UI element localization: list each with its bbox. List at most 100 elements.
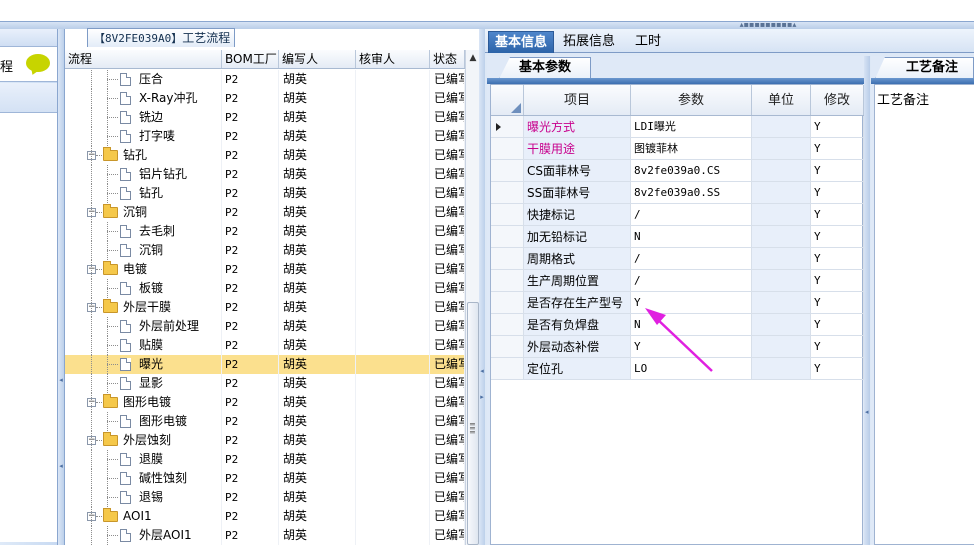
param-row[interactable]: 干膜用途 图镀菲林 Y: [491, 138, 864, 160]
tree-node[interactable]: 外层前处理: [65, 317, 222, 336]
tree-row[interactable]: 打字唛 P2胡英 已编写: [65, 127, 465, 146]
tree-node[interactable]: 图形电镀: [65, 412, 222, 431]
tree-row[interactable]: −电镀P2胡英 已编写: [65, 260, 465, 279]
param-row[interactable]: 是否存在生产型号 Y Y: [491, 292, 864, 314]
param-row[interactable]: 加无铅标记 N Y: [491, 226, 864, 248]
param-value-cell[interactable]: /: [631, 248, 752, 269]
param-value-cell[interactable]: N: [631, 226, 752, 247]
row-indicator[interactable]: [491, 248, 524, 269]
tree-row[interactable]: 退锡 P2胡英 已编写: [65, 488, 465, 507]
tree-node[interactable]: 退锡: [65, 488, 222, 507]
param-value-cell[interactable]: 8v2fe039a0.CS: [631, 160, 752, 181]
tree-node[interactable]: 钻孔: [65, 184, 222, 203]
tree-node[interactable]: − 沉铜: [65, 203, 222, 222]
param-value-cell[interactable]: /: [631, 270, 752, 291]
param-row[interactable]: 是否有负焊盘 N Y: [491, 314, 864, 336]
row-indicator[interactable]: [491, 160, 524, 181]
param-row[interactable]: CS面菲林号 8v2fe039a0.CS Y: [491, 160, 864, 182]
tree-node[interactable]: − 外层干膜: [65, 298, 222, 317]
tree-row[interactable]: −钻孔P2胡英 已编写: [65, 146, 465, 165]
tree-node[interactable]: 铝片钻孔: [65, 165, 222, 184]
tree-node[interactable]: 碱性蚀刻: [65, 469, 222, 488]
row-indicator[interactable]: [491, 226, 524, 247]
chat-bubble-icon[interactable]: [26, 54, 50, 72]
tree-node[interactable]: 沉铜: [65, 241, 222, 260]
scroll-thumb[interactable]: ═ ═ ═: [467, 302, 479, 545]
tree-row[interactable]: 显影 P2胡英 已编写: [65, 374, 465, 393]
tree-row[interactable]: 钻孔 P2胡英 已编写: [65, 184, 465, 203]
collapse-arrow-icon[interactable]: ◂: [480, 366, 484, 376]
tree-row[interactable]: 去毛刺 P2胡英 已编写: [65, 222, 465, 241]
col-header-unit[interactable]: 单位: [752, 85, 811, 115]
tree-node[interactable]: 板镀: [65, 279, 222, 298]
tree-row[interactable]: 铝片钻孔 P2胡英 已编写: [65, 165, 465, 184]
tree-row[interactable]: 图形电镀 P2胡英 已编写: [65, 412, 465, 431]
tree-node[interactable]: − AOI1: [65, 507, 222, 526]
scroll-up-icon[interactable]: ▲: [466, 50, 480, 67]
col-header-param[interactable]: 参数: [631, 85, 752, 115]
row-indicator[interactable]: [491, 138, 524, 159]
param-value-cell[interactable]: Y: [631, 292, 752, 313]
collapse-arrow-icon[interactable]: ◂: [865, 408, 869, 416]
tree-node[interactable]: 外层AOI1: [65, 526, 222, 545]
param-row[interactable]: 生产周期位置 / Y: [491, 270, 864, 292]
tree-node[interactable]: 铣边: [65, 108, 222, 127]
row-indicator[interactable]: [491, 270, 524, 291]
param-value-cell[interactable]: LO: [631, 358, 752, 379]
select-all-corner[interactable]: [491, 85, 524, 115]
tree-node[interactable]: − 图形电镀: [65, 393, 222, 412]
col-header-modify[interactable]: 修改: [811, 85, 864, 115]
tree-row[interactable]: 压合 P2胡英 已编写: [65, 70, 465, 89]
tree-row[interactable]: −外层干膜P2胡英 已编写: [65, 298, 465, 317]
tree-row[interactable]: −外层蚀刻P2胡英 已编写: [65, 431, 465, 450]
right-splitter[interactable]: ◂: [864, 56, 870, 545]
tree-row[interactable]: −图形电镀P2胡英 已编写: [65, 393, 465, 412]
col-header-bom[interactable]: BOM工厂: [222, 50, 279, 68]
tree-node[interactable]: 曝光: [65, 355, 222, 374]
param-value-cell[interactable]: /: [631, 204, 752, 225]
tab-basic-info[interactable]: 基本信息: [488, 31, 555, 53]
param-row[interactable]: 周期格式 / Y: [491, 248, 864, 270]
tab-process-notes[interactable]: 工艺备注: [875, 57, 974, 79]
tree-node[interactable]: − 电镀: [65, 260, 222, 279]
process-notes-body[interactable]: 工艺备注: [874, 84, 974, 545]
tree-node[interactable]: 压合: [65, 70, 222, 89]
tree-row[interactable]: 曝光 P2胡英 已编写: [65, 355, 465, 374]
tree-node[interactable]: 去毛刺: [65, 222, 222, 241]
tree-node[interactable]: 退膜: [65, 450, 222, 469]
col-header-status[interactable]: 状态: [430, 50, 465, 68]
param-row[interactable]: 外层动态补偿 Y Y: [491, 336, 864, 358]
row-indicator[interactable]: [491, 204, 524, 225]
row-indicator[interactable]: [491, 116, 524, 137]
tree-row[interactable]: 贴膜 P2胡英 已编写: [65, 336, 465, 355]
collapse-arrow-icon[interactable]: ◂: [59, 375, 63, 385]
tree-row[interactable]: 外层AOI1 P2胡英 已编写: [65, 526, 465, 545]
col-header-checker[interactable]: 核审人: [356, 50, 430, 68]
param-value-cell[interactable]: 8v2fe039a0.SS: [631, 182, 752, 203]
param-row[interactable]: 定位孔 LO Y: [491, 358, 864, 380]
tree-row[interactable]: X-Ray冲孔 P2胡英 已编写: [65, 89, 465, 108]
tree-node[interactable]: 打字唛: [65, 127, 222, 146]
tab-extended-info[interactable]: 拓展信息: [557, 31, 621, 53]
tree-row[interactable]: 外层前处理 P2胡英 已编写: [65, 317, 465, 336]
splitter-grip[interactable]: ▴▪▪▪▪▪▪▪▪▪▴: [738, 21, 798, 29]
col-header-item[interactable]: 项目: [524, 85, 631, 115]
param-row[interactable]: 快捷标记 / Y: [491, 204, 864, 226]
tree-row[interactable]: −AOI1P2胡英 已编写: [65, 507, 465, 526]
tree-row[interactable]: 铣边 P2胡英 已编写: [65, 108, 465, 127]
param-value-cell[interactable]: Y: [631, 336, 752, 357]
tab-work-hours[interactable]: 工时: [629, 31, 667, 53]
tree-scrollbar[interactable]: ▲ ═ ═ ═: [465, 50, 480, 545]
row-indicator[interactable]: [491, 292, 524, 313]
tree-node[interactable]: 显影: [65, 374, 222, 393]
tree-node[interactable]: − 钻孔: [65, 146, 222, 165]
collapse-arrow-icon[interactable]: ◂: [59, 461, 63, 471]
col-header-writer[interactable]: 编写人: [279, 50, 356, 68]
tree-row[interactable]: −沉铜P2胡英 已编写: [65, 203, 465, 222]
row-indicator[interactable]: [491, 314, 524, 335]
tree-row[interactable]: 退膜 P2胡英 已编写: [65, 450, 465, 469]
tree-node[interactable]: 贴膜: [65, 336, 222, 355]
subtab-basic-params[interactable]: 基本参数: [499, 57, 591, 79]
param-value-cell[interactable]: LDI曝光: [631, 116, 752, 137]
col-header-process[interactable]: 流程: [65, 50, 222, 68]
